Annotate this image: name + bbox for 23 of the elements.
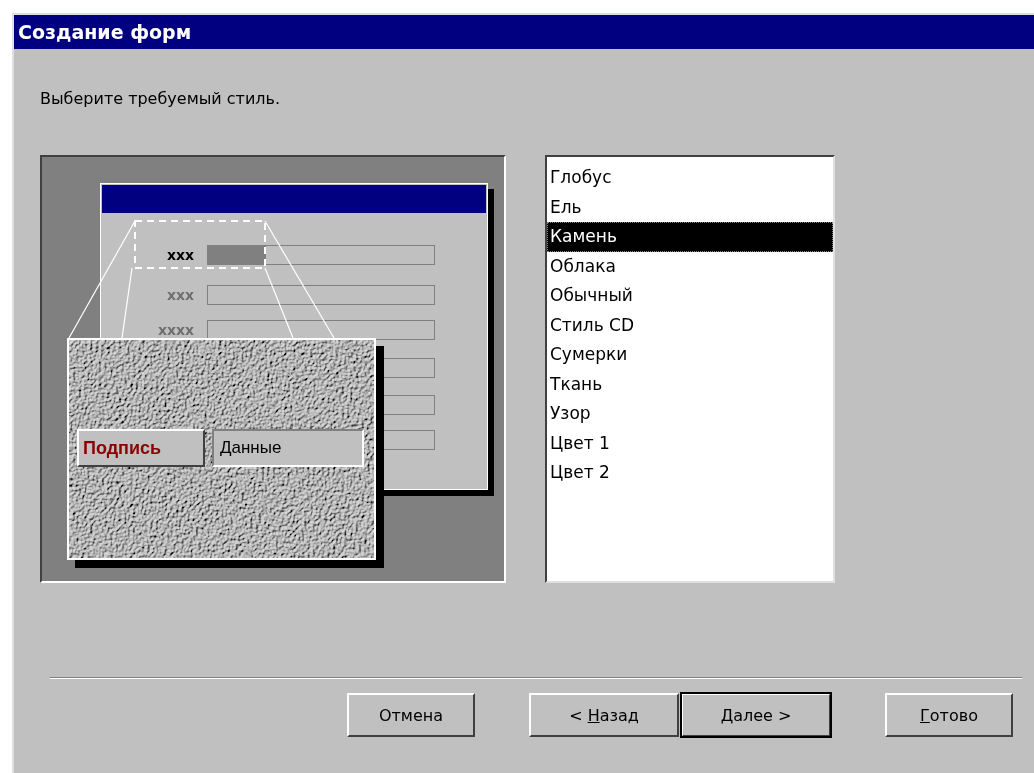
list-item[interactable]: Цвет 1 bbox=[547, 428, 833, 458]
list-item[interactable]: Камень bbox=[547, 222, 833, 252]
data-field: Данные bbox=[212, 429, 364, 467]
caption-label: Подпись bbox=[77, 429, 205, 467]
list-item[interactable]: Глобус bbox=[547, 163, 833, 193]
field-label: xxx bbox=[165, 286, 194, 305]
dialog-button[interactable]: Отмена bbox=[347, 693, 475, 737]
window-title: Создание форм bbox=[18, 21, 192, 43]
dialog-button[interactable]: < Назад bbox=[529, 693, 679, 737]
list-item[interactable]: Стиль CD bbox=[547, 310, 833, 340]
dialog-button[interactable]: Далее > bbox=[681, 693, 831, 737]
list-item[interactable]: Облака bbox=[547, 251, 833, 281]
list-item[interactable]: Узор bbox=[547, 399, 833, 429]
list-item[interactable]: Цвет 2 bbox=[547, 458, 833, 488]
instruction-text: Выберите требуемый стиль. bbox=[40, 89, 281, 108]
style-list[interactable]: Глобус Ель Камень Облака Обычный Стиль CD Сумерки Ткань Узор Цвет 1 Цвет 2 bbox=[545, 155, 835, 583]
dialog-button[interactable]: Готово bbox=[885, 693, 1013, 737]
field-label: xxx bbox=[165, 246, 194, 265]
list-item[interactable]: Ткань bbox=[547, 369, 833, 399]
field-label: xxxx bbox=[156, 321, 194, 340]
list-item[interactable]: Обычный bbox=[547, 281, 833, 311]
list-item[interactable]: Ель bbox=[547, 192, 833, 222]
list-item[interactable]: Сумерки bbox=[547, 340, 833, 370]
